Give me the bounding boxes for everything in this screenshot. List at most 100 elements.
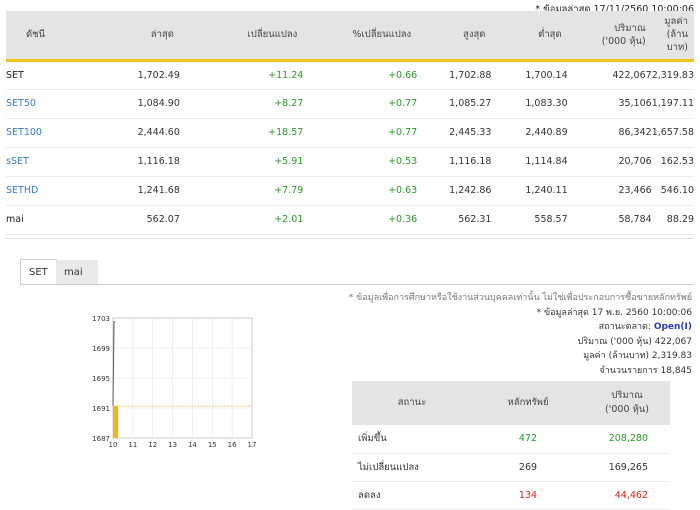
y-tick-label: 1691 — [92, 405, 110, 413]
col-value-line2: (ล้านบาท) — [666, 29, 688, 54]
col-change: เปลี่ยนแปลง — [247, 29, 298, 41]
x-tick-label: 14 — [188, 441, 197, 449]
y-tick-label: 1703 — [92, 315, 110, 323]
last-price: 1,084.90 — [137, 98, 180, 109]
index-name: SET — [6, 69, 24, 81]
change: +18.57 — [268, 127, 304, 138]
table-row: mai 562.07 +2.01 +0.36 562.31 558.57 58,… — [6, 205, 694, 234]
low: 558.57 — [534, 214, 568, 225]
section-divider — [6, 238, 694, 239]
total-deals-label: จำนวนรายการ — [599, 365, 658, 376]
col-value-line1: มูลค่า — [664, 16, 688, 28]
securities-count: 134 — [518, 489, 538, 501]
securities-count: 269 — [518, 461, 538, 473]
tab-set[interactable]: SET — [20, 259, 57, 286]
volume-fill — [113, 406, 118, 438]
index-link[interactable]: SET50 — [6, 89, 96, 118]
total-value-label: มูลค่า (ล้านบาท) — [583, 351, 650, 362]
status-label: ไม่เปลี่ยนแปลง — [358, 461, 419, 473]
total-deals: จำนวนรายการ 18,845 — [349, 364, 692, 379]
change: +2.01 — [274, 214, 304, 225]
table-row: SET 1,702.49 +11.24 +0.66 1,702.88 1,700… — [6, 60, 694, 89]
col-pct-change: %เปลี่ยนแปลง — [352, 29, 412, 41]
total-volume: ปริมาณ ('000 หุ้น) 422,067 — [349, 335, 692, 350]
intraday-index-chart: 10 11 12 13 14 15 16 1717031699169516911687 — [92, 315, 256, 449]
last-price: 1,702.49 — [137, 69, 180, 81]
volume: 86,342 — [618, 127, 652, 138]
last-price: 562.07 — [146, 214, 180, 225]
high: 562.31 — [458, 214, 492, 225]
volume: 422,067 — [612, 69, 652, 81]
x-tick-label: 16 — [228, 441, 237, 449]
change: +11.24 — [268, 69, 304, 81]
high: 1,242.86 — [449, 185, 492, 196]
table-row: SET100 2,444.60 +18.57 +0.77 2,445.33 2,… — [6, 118, 694, 147]
value: 88.29 — [666, 214, 694, 225]
status-volume: 169,265 — [608, 461, 648, 473]
total-deals-value: 18,845 — [660, 365, 693, 376]
table-row: sSET 1,116.18 +5.91 +0.53 1,116.18 1,114… — [6, 147, 694, 176]
y-tick-label: 1695 — [92, 375, 110, 383]
change: +7.79 — [274, 185, 304, 196]
value: 1,197.11 — [651, 98, 694, 109]
low: 1,240.11 — [525, 185, 568, 196]
high: 1,085.27 — [449, 98, 492, 109]
change: +5.91 — [274, 156, 304, 167]
disclaimer-text: * ข้อมูลเพื่อการศึกษาหรือใช้งานส่วนบุคคล… — [348, 293, 692, 303]
advance-decline-header: สถานะ หลักทรัพย์ ปริมาณ ('000 หุ้น) — [352, 381, 670, 425]
x-tick-label: 13 — [168, 441, 177, 449]
index-link[interactable]: sSET — [6, 147, 96, 176]
high: 2,445.33 — [449, 127, 492, 138]
table-row: SET50 1,084.90 +8.27 +0.77 1,085.27 1,08… — [6, 89, 694, 118]
status-volume: 208,280 — [608, 433, 648, 445]
securities-count: 472 — [518, 433, 538, 445]
total-value: มูลค่า (ล้านบาท) 2,319.83 — [349, 349, 692, 364]
pct-change: +0.36 — [388, 214, 418, 225]
volume: 35,106 — [618, 98, 652, 109]
updated-time: * ข้อมูลล่าสุด 17 พ.ย. 2560 10:00:06 — [536, 307, 692, 318]
change: +8.27 — [274, 98, 304, 109]
market-status-value: Open(I) — [653, 322, 692, 333]
col-securities: หลักทรัพย์ — [507, 397, 549, 408]
table-row: เพิ่มขึ้น 472 208,280 — [352, 425, 670, 453]
total-value-value: 2,319.83 — [651, 351, 692, 362]
col-status: สถานะ — [397, 397, 427, 408]
advance-decline-table: สถานะ หลักทรัพย์ ปริมาณ ('000 หุ้น) เพิ่… — [352, 381, 670, 510]
last-price: 2,444.60 — [137, 127, 180, 138]
index-table-header: ดัชนี ล่าสุด เปลี่ยนแปลง %เปลี่ยนแปลง สู… — [6, 11, 694, 60]
last-price: 1,116.18 — [137, 156, 180, 167]
x-tick-label: 12 — [148, 441, 157, 449]
col-low: ต่ำสุด — [538, 29, 562, 41]
low: 1,114.84 — [525, 156, 568, 167]
last-price: 1,241.68 — [137, 185, 180, 196]
volume: 58,784 — [618, 214, 652, 225]
col-volume: ปริมาณ ('000 หุ้น) — [568, 11, 652, 60]
pct-change: +0.77 — [388, 127, 418, 138]
status-label: ลดลง — [358, 489, 381, 501]
col-volume: ปริมาณ ('000 หุ้น) — [584, 381, 670, 425]
market-tabs: SET mai — [20, 259, 98, 286]
pct-change: +0.66 — [388, 69, 418, 81]
index-link[interactable]: SETHD — [6, 176, 96, 205]
table-row: ลดลง 134 44,462 — [352, 481, 670, 509]
volume: 23,466 — [618, 185, 652, 196]
index-name: mai — [6, 214, 24, 225]
low: 1,083.30 — [525, 98, 568, 109]
high: 1,116.18 — [449, 156, 492, 167]
col-index: ดัชนี — [26, 29, 46, 41]
total-volume-value: 422,067 — [654, 336, 692, 347]
col-last: ล่าสุด — [150, 29, 174, 41]
index-table: ดัชนี ล่าสุด เปลี่ยนแปลง %เปลี่ยนแปลง สู… — [6, 11, 694, 235]
x-tick-label: 15 — [208, 441, 217, 449]
table-row: ไม่เปลี่ยนแปลง 269 169,265 — [352, 453, 670, 481]
col-volume-line2: ('000 หุ้น) — [605, 404, 649, 415]
low: 2,440.89 — [525, 127, 568, 138]
index-link[interactable]: SET100 — [6, 118, 96, 147]
col-high: สูงสุด — [463, 29, 486, 41]
volume: 20,706 — [618, 156, 652, 167]
tab-mai[interactable]: mai — [56, 260, 98, 285]
market-status: สถานะตลาด: Open(I) — [349, 320, 692, 335]
table-row: SETHD 1,241.68 +7.79 +0.63 1,242.86 1,24… — [6, 176, 694, 205]
tab-underline — [20, 284, 694, 285]
market-info-panel: * ข้อมูลเพื่อการศึกษาหรือใช้งานส่วนบุคคล… — [349, 291, 692, 379]
